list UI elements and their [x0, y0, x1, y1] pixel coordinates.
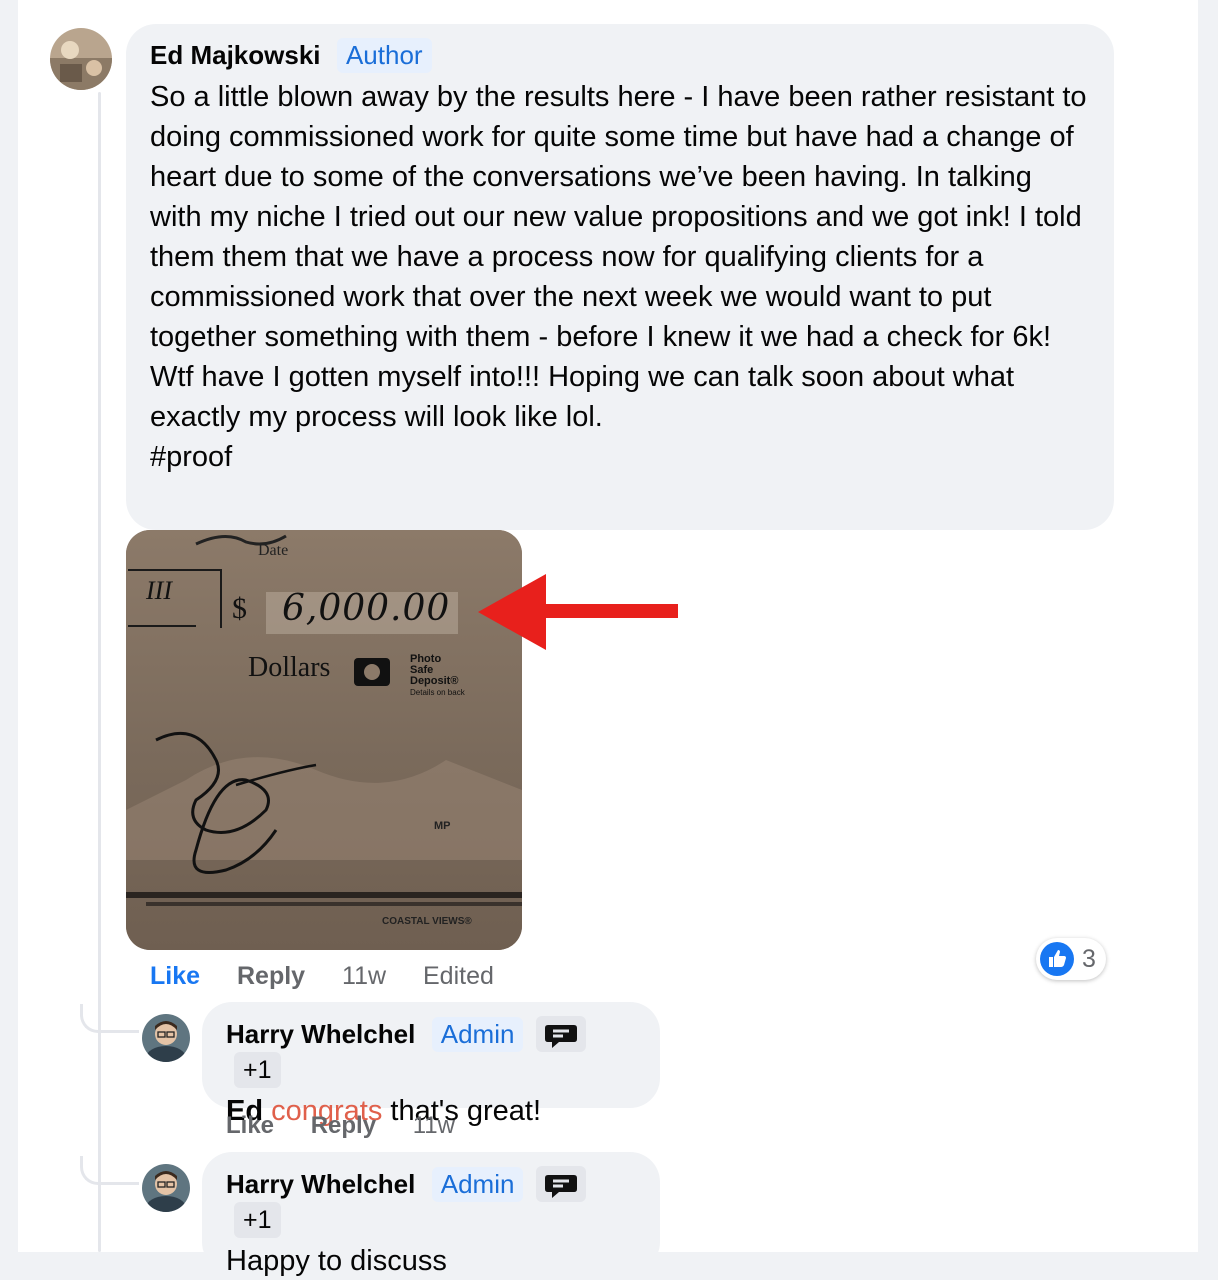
reply-button[interactable]: Reply: [311, 1112, 376, 1140]
reply-bubble: Harry Whelchel Admin +1 Happy to discuss: [202, 1152, 660, 1277]
edited-label[interactable]: Edited: [423, 962, 494, 991]
reply-actions: Like Reply 11w: [226, 1112, 485, 1140]
conversation-starter-badge: [535, 1016, 586, 1052]
check-dollar-sign: $: [232, 592, 247, 625]
comment-thread-card: Ed Majkowski Author So a little blown aw…: [18, 0, 1198, 1277]
reply-text: Happy to discuss: [226, 1245, 447, 1277]
thread-connector-line: [98, 92, 101, 1252]
check-photo[interactable]: Date III $ 6,000.00 Dollars Photo Safe D…: [126, 530, 522, 950]
check-mp-label: MP: [434, 820, 451, 832]
reply-connector: [80, 1004, 139, 1033]
check-roman-numeral: III: [146, 576, 172, 605]
reaction-summary[interactable]: 3: [1036, 938, 1106, 980]
comment-bubble: Ed Majkowski Author So a little blown aw…: [126, 24, 1114, 530]
like-button[interactable]: Like: [150, 962, 200, 991]
timestamp[interactable]: 11w: [342, 962, 386, 991]
chat-bubble-icon: [544, 1175, 577, 1199]
extra-badge-count[interactable]: +1: [234, 1052, 281, 1088]
reply-bubble: Harry Whelchel Admin +1 Ed congrats that…: [202, 1002, 660, 1127]
like-button[interactable]: Like: [226, 1112, 274, 1140]
reply-connector: [80, 1156, 139, 1185]
check-dollars-label: Dollars: [248, 652, 331, 683]
author-name[interactable]: Harry Whelchel: [226, 1019, 415, 1050]
chat-bubble-icon: [544, 1025, 577, 1049]
conversation-starter-badge: [535, 1166, 586, 1202]
author-name[interactable]: Ed Majkowski: [150, 40, 321, 71]
check-date-label: Date: [258, 542, 289, 559]
author-badge: Author: [336, 38, 432, 73]
avatar[interactable]: [142, 1014, 190, 1062]
avatar[interactable]: [50, 28, 112, 90]
reply-button[interactable]: Reply: [237, 962, 305, 991]
admin-badge: Admin: [431, 1166, 524, 1202]
comment-actions: Like Reply 11w Edited: [150, 962, 524, 991]
author-name[interactable]: Harry Whelchel: [226, 1169, 415, 1200]
check-amount: 6,000.00: [282, 588, 451, 629]
reaction-count: 3: [1082, 944, 1096, 973]
extra-badge-count[interactable]: +1: [234, 1202, 281, 1238]
check-photo-safe-label: Photo Safe Deposit®: [410, 653, 459, 687]
check-bank-label: COASTAL VIEWS®: [382, 916, 472, 927]
like-reaction-icon: [1040, 942, 1074, 976]
check-details-label: Details on back: [410, 688, 465, 697]
avatar[interactable]: [142, 1164, 190, 1212]
admin-badge: Admin: [431, 1016, 524, 1052]
comment-text: So a little blown away by the results he…: [150, 81, 1087, 473]
timestamp[interactable]: 11w: [413, 1112, 455, 1140]
red-arrow-icon: [478, 574, 678, 650]
